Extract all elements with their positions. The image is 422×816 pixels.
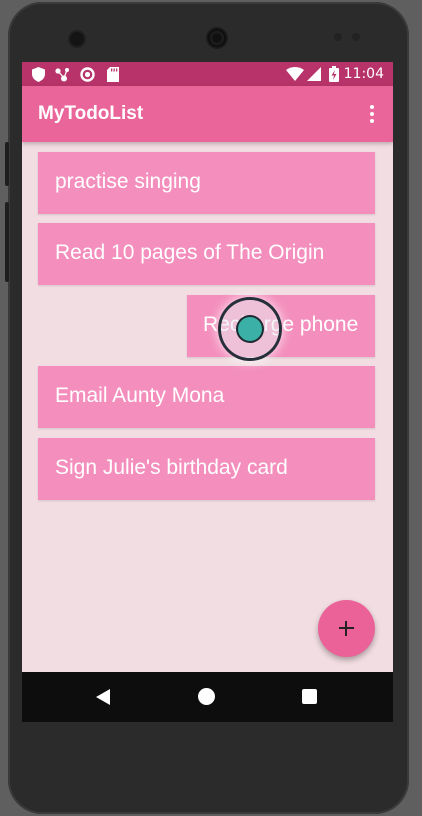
sync-icon bbox=[80, 67, 95, 82]
shield-icon bbox=[32, 67, 45, 82]
battery-charging-icon bbox=[329, 66, 339, 82]
todo-item-label: Read 10 pages of The Origin bbox=[55, 241, 325, 264]
todo-item-swiping[interactable]: Recharge phone bbox=[187, 295, 375, 357]
back-icon[interactable] bbox=[96, 689, 110, 705]
app-bar: MyTodoList bbox=[22, 86, 393, 142]
sd-card-icon bbox=[107, 67, 119, 82]
front-camera bbox=[70, 32, 84, 46]
recents-icon[interactable] bbox=[302, 689, 317, 704]
status-bar: 11:04 bbox=[22, 62, 393, 86]
volume-button bbox=[5, 142, 9, 186]
power-button bbox=[5, 202, 9, 282]
earpiece-speaker bbox=[206, 27, 228, 49]
network-icon bbox=[55, 68, 69, 82]
navigation-bar bbox=[22, 672, 393, 722]
home-icon[interactable] bbox=[198, 688, 215, 705]
todo-item-label: Email Aunty Mona bbox=[55, 384, 225, 407]
app-screen: 11:04 MyTodoList practise singing Read 1… bbox=[22, 62, 393, 672]
todo-item-label: practise singing bbox=[55, 170, 201, 193]
todo-item[interactable]: Sign Julie's birthday card bbox=[38, 438, 375, 500]
signal-icon bbox=[307, 67, 321, 81]
todo-item[interactable]: practise singing bbox=[38, 152, 375, 214]
wifi-icon bbox=[286, 67, 304, 81]
proximity-sensor bbox=[334, 33, 342, 41]
touch-point bbox=[238, 317, 262, 341]
status-time: 11:04 bbox=[343, 66, 384, 82]
todo-item[interactable]: Read 10 pages of The Origin bbox=[38, 223, 375, 285]
light-sensor bbox=[352, 33, 360, 41]
app-title: MyTodoList bbox=[38, 103, 144, 124]
todo-item[interactable]: Email Aunty Mona bbox=[38, 366, 375, 428]
touch-indicator bbox=[221, 300, 279, 358]
todo-item-label: Sign Julie's birthday card bbox=[55, 456, 288, 479]
add-todo-button[interactable] bbox=[318, 600, 375, 657]
more-vert-icon[interactable] bbox=[369, 105, 375, 123]
